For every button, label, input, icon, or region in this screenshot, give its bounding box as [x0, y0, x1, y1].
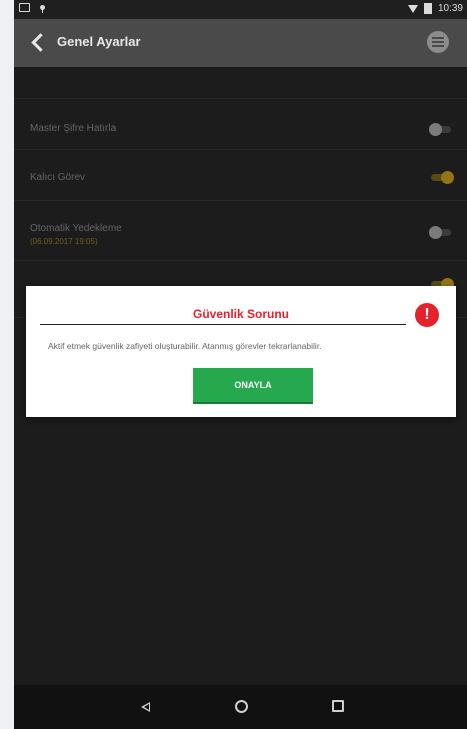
battery-icon: [423, 3, 432, 14]
dialog-message: Aktif etmek güvenlik zafiyeti oluşturabi…: [48, 341, 322, 351]
nav-recent-icon[interactable]: [332, 700, 344, 712]
device-screen: 10:39 Genel Ayarlar Master Şifre Hatırla…: [14, 0, 467, 729]
message-icon: [19, 3, 30, 12]
location-pin-icon: [40, 5, 45, 13]
navigation-bar: [14, 685, 467, 729]
status-time: 10:39: [437, 3, 463, 14]
nav-home-icon[interactable]: [235, 700, 248, 713]
menu-line: [432, 41, 444, 43]
security-dialog: Güvenlik Sorunu ! Aktif etmek güvenlik z…: [26, 286, 456, 417]
dialog-divider: [40, 324, 406, 325]
status-bar: 10:39: [14, 0, 467, 19]
confirm-button[interactable]: ONAYLA: [193, 368, 313, 402]
menu-line: [432, 45, 444, 47]
page-title: Genel Ayarlar: [57, 34, 141, 49]
dialog-title: Güvenlik Sorunu: [192, 307, 289, 321]
app-bar: Genel Ayarlar: [14, 19, 467, 67]
back-arrow-icon[interactable]: [31, 33, 50, 52]
nav-back-icon[interactable]: [141, 702, 150, 712]
wifi-icon: [407, 4, 418, 13]
menu-icon[interactable]: [427, 31, 449, 53]
menu-line: [432, 37, 444, 39]
exclamation-icon: !: [415, 303, 439, 327]
